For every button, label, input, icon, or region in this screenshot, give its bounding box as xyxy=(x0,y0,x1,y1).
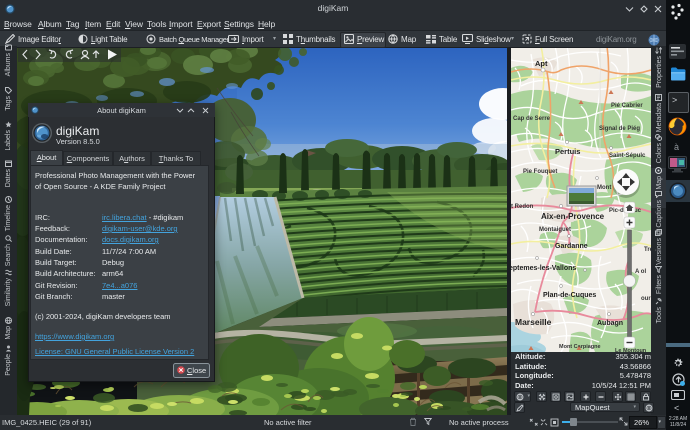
svg-text:Tre: Tre xyxy=(644,247,651,253)
svg-text:Cap de Serre: Cap de Serre xyxy=(513,116,551,122)
svg-text:Pie Fouquet: Pie Fouquet xyxy=(523,169,557,175)
svg-text:Aix-en-Provence: Aix-en-Provence xyxy=(541,212,605,221)
svg-text:t Redon: t Redon xyxy=(511,204,534,210)
svg-text:A ol: A ol xyxy=(635,269,646,275)
svg-text:eptemes-les-Vallons: eptemes-les-Vallons xyxy=(511,265,576,272)
svg-text:Montaiguet: Montaiguet xyxy=(539,227,571,233)
svg-text:Pié Cabrier: Pié Cabrier xyxy=(611,103,643,109)
svg-text:Signal de Piég: Signal de Piég xyxy=(599,126,640,132)
svg-text:Pertuis: Pertuis xyxy=(555,147,580,156)
svg-text:Marseille: Marseille xyxy=(515,317,552,327)
svg-text:Gardanne: Gardanne xyxy=(555,243,588,250)
svg-text:Mont: Mont xyxy=(597,185,611,191)
svg-text:Aubagn: Aubagn xyxy=(597,320,623,327)
svg-text:Plan-de-Cuques: Plan-de-Cuques xyxy=(543,292,596,299)
svg-text:Saint-Sépulc: Saint-Sépulc xyxy=(609,153,646,159)
svg-text:Apt: Apt xyxy=(535,59,548,68)
svg-text:our de: our de xyxy=(641,296,651,302)
